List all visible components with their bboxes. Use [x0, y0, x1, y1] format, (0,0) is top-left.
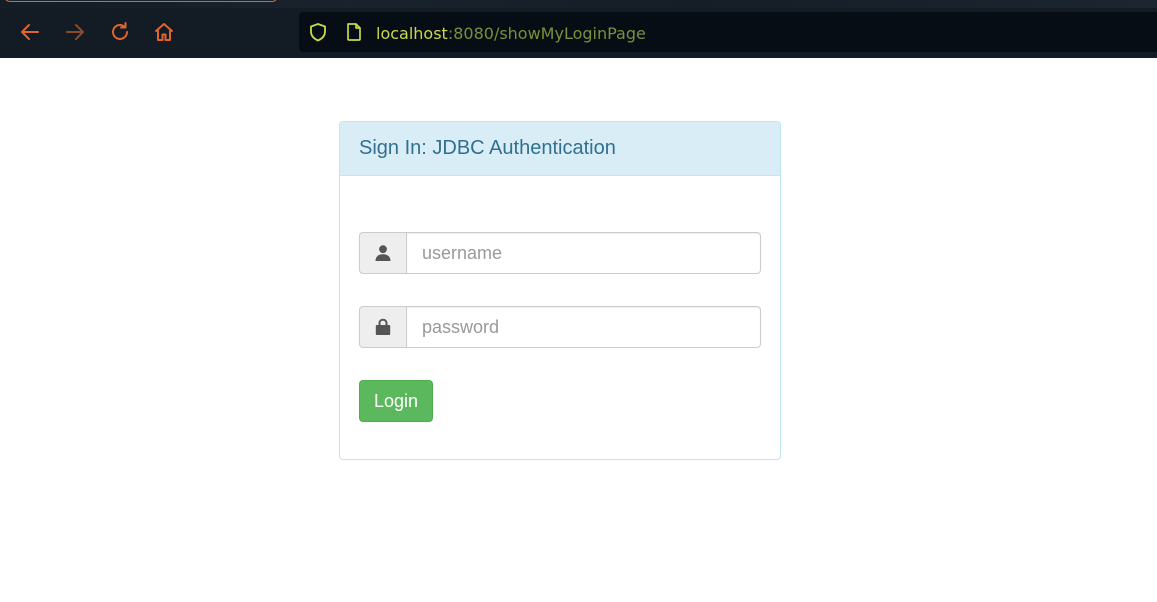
forward-button[interactable]: [62, 19, 88, 45]
tracking-protection-shield-icon[interactable]: [308, 22, 328, 47]
login-panel: Sign In: JDBC Authentication Login: [339, 121, 781, 460]
reload-button[interactable]: [107, 19, 133, 45]
home-button[interactable]: [151, 19, 177, 45]
url-path: :8080/showMyLoginPage: [447, 24, 646, 43]
home-icon: [155, 23, 173, 41]
panel-title: Sign In: JDBC Authentication: [340, 122, 780, 176]
url-bar[interactable]: localhost:8080/showMyLoginPage: [299, 12, 1157, 52]
page-info-icon[interactable]: [345, 22, 363, 47]
login-button[interactable]: Login: [359, 380, 433, 422]
browser-toolbar: localhost:8080/showMyLoginPage: [0, 0, 1157, 58]
back-arrow-icon: [21, 24, 39, 40]
password-group: [359, 306, 761, 348]
password-addon: [359, 306, 407, 348]
reload-icon: [112, 22, 128, 40]
url-host: localhost: [376, 24, 448, 43]
back-button[interactable]: [17, 19, 43, 45]
lock-icon: [375, 318, 391, 335]
password-input[interactable]: [406, 306, 761, 348]
user-icon: [375, 245, 391, 261]
username-group: [359, 232, 761, 274]
username-addon: [359, 232, 407, 274]
username-input[interactable]: [406, 232, 761, 274]
active-tab[interactable]: [4, 0, 278, 2]
url-text[interactable]: localhost:8080/showMyLoginPage: [376, 24, 646, 44]
forward-arrow-icon: [66, 24, 84, 40]
